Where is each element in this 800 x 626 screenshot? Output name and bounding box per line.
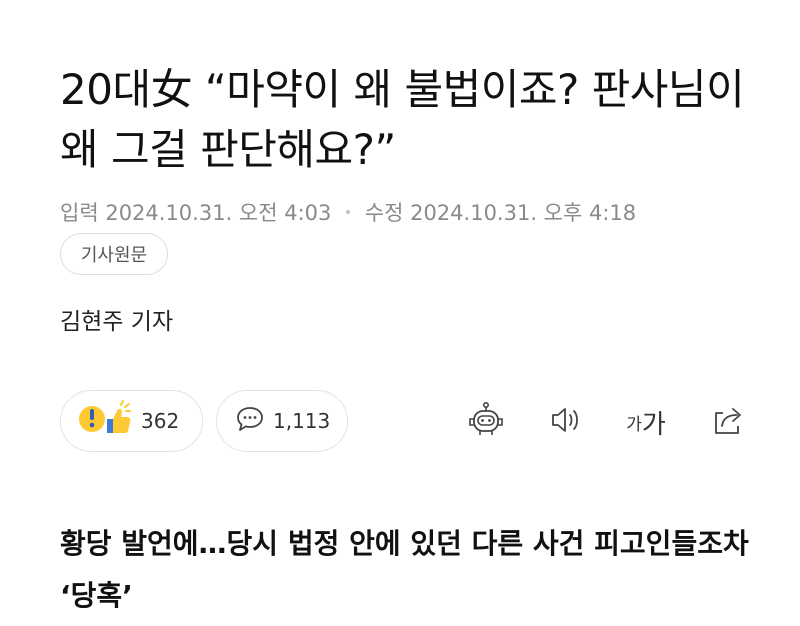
font-size-button[interactable]: 가 가	[616, 398, 676, 446]
input-time: 2024.10.31. 오전 4:03	[105, 201, 332, 225]
surprise-thumbsup-icon	[77, 399, 133, 443]
edit-label: 수정	[364, 201, 404, 225]
share-button[interactable]	[704, 398, 752, 446]
comment-button[interactable]: 1,113	[216, 390, 348, 452]
font-size-large-label: 가	[641, 409, 666, 440]
reaction-button[interactable]: 362	[60, 390, 203, 452]
article-headline: 20대女 “마약이 왜 불법이죠? 판사님이 왜 그걸 판단해요?”	[60, 65, 745, 174]
original-article-button[interactable]: 기사원문	[60, 233, 168, 275]
comment-count: 1,113	[273, 409, 331, 433]
robot-summary-icon	[466, 400, 506, 444]
article-meta: 입력 2024.10.31. 오전 4:03 수정 2024.10.31. 오후…	[60, 199, 636, 227]
input-label: 입력	[60, 201, 99, 225]
share-icon	[708, 400, 748, 444]
reporter-name[interactable]: 김현주 기자	[60, 306, 173, 338]
read-aloud-button[interactable]	[542, 398, 590, 446]
summary-robot-button[interactable]	[462, 398, 510, 446]
speech-bubble-icon	[235, 404, 265, 438]
reaction-count: 362	[141, 409, 180, 433]
meta-separator	[346, 210, 351, 214]
article-subheadline: 황당 발언에…당시 법정 안에 있던 다른 사건 피고인들조차 ‘당혹’	[60, 527, 749, 612]
edit-time: 2024.10.31. 오후 4:18	[410, 201, 637, 225]
speaker-icon	[546, 400, 586, 444]
font-size-small-label: 가	[626, 414, 642, 435]
